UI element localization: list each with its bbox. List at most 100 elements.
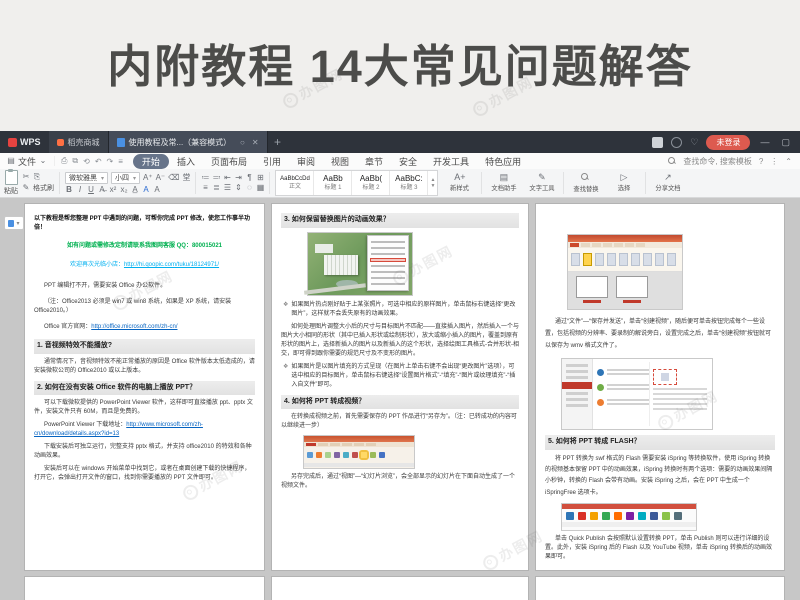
copy-icon[interactable]: ⎘ bbox=[33, 173, 41, 181]
align-left-icon[interactable]: ≡ bbox=[201, 184, 209, 192]
shop-link-url[interactable]: http://hi.qoopic.com/tuku/18124971/ bbox=[124, 262, 219, 268]
wps-logo[interactable]: WPS bbox=[0, 131, 49, 153]
align-right-icon[interactable]: ☰ bbox=[223, 184, 231, 192]
style-heading2[interactable]: AaBb( 标题 2 bbox=[352, 171, 390, 195]
tab-security[interactable]: 安全 bbox=[391, 153, 425, 170]
highlight-color-icon[interactable]: A̲ bbox=[131, 186, 139, 194]
document-page-6[interactable] bbox=[536, 577, 784, 600]
tab-home[interactable]: 开始 bbox=[133, 154, 169, 169]
print-icon[interactable]: ⧉ bbox=[70, 156, 80, 166]
character-shading-icon[interactable]: A bbox=[153, 186, 161, 194]
tab-insert[interactable]: 插入 bbox=[169, 153, 203, 170]
scroll-down-icon[interactable]: ▼ bbox=[430, 183, 435, 189]
line-spacing-icon[interactable]: ⇕ bbox=[234, 184, 242, 192]
file-menu-button[interactable]: ▤ 文件 ⌄ bbox=[0, 155, 54, 168]
style-normal[interactable]: AaBbCcDd 正文 bbox=[276, 171, 314, 195]
new-tab-button[interactable]: + bbox=[268, 131, 288, 153]
maximize-button[interactable]: ▢ bbox=[779, 138, 792, 147]
tab-section[interactable]: 章节 bbox=[357, 153, 391, 170]
avatar[interactable] bbox=[652, 137, 663, 148]
document-page-5[interactable] bbox=[272, 577, 528, 600]
decor-bar bbox=[366, 443, 376, 446]
font-name-select[interactable]: 微软雅黑▾ bbox=[65, 172, 108, 184]
numbered-list-icon[interactable]: ≕ bbox=[212, 174, 220, 182]
collapse-ribbon-icon[interactable]: ⌃ bbox=[785, 157, 792, 166]
tab-document[interactable]: 使用教程及常...（兼容模式） ○ ✕ bbox=[109, 131, 268, 153]
question-heading-4: 4. 如何将 PPT 转成视频？ bbox=[281, 395, 519, 410]
document-page-4[interactable] bbox=[25, 577, 264, 600]
decor-bar bbox=[636, 243, 645, 247]
superscript-icon[interactable]: x² bbox=[109, 186, 117, 194]
account-circle-icon[interactable] bbox=[671, 137, 682, 148]
more-options-icon[interactable]: ⋮ bbox=[770, 157, 778, 166]
style-preview: AaBbCcDd bbox=[280, 176, 310, 182]
decor-bar bbox=[371, 247, 405, 249]
tab-docer-store[interactable]: 稻壳商城 bbox=[49, 131, 109, 153]
style-heading1[interactable]: AaBb 标题 1 bbox=[314, 171, 352, 195]
strikethrough-icon[interactable]: A̶ bbox=[98, 186, 106, 194]
tab-close-icon[interactable]: ✕ bbox=[252, 138, 259, 147]
show-marks-icon[interactable]: ¶ bbox=[245, 174, 253, 182]
format-painter-button[interactable]: ✎ 格式刷 bbox=[22, 183, 54, 193]
style-heading3[interactable]: AaBbC: 标题 3 bbox=[390, 171, 428, 195]
tab-references[interactable]: 引用 bbox=[255, 153, 289, 170]
shrink-font-icon[interactable]: A⁻ bbox=[156, 174, 166, 182]
decrease-indent-icon[interactable]: ⇤ bbox=[223, 174, 231, 182]
chevron-down-icon: ▾ bbox=[133, 175, 136, 182]
borders-icon[interactable]: ⊞ bbox=[256, 174, 264, 182]
decor-bar bbox=[566, 398, 588, 401]
paste-options-floatie[interactable]: ▾ bbox=[4, 216, 24, 230]
italic-button[interactable]: I bbox=[76, 186, 84, 194]
office-site-url[interactable]: http://office.microsoft.com/zh-cn/ bbox=[91, 324, 177, 330]
bullet-list-icon[interactable]: ≔ bbox=[201, 174, 209, 182]
tab-sync-icon[interactable]: ○ bbox=[240, 138, 245, 147]
font-size-select[interactable]: 小四▾ bbox=[111, 172, 140, 184]
sort-icon[interactable]: ▦ bbox=[256, 184, 264, 192]
redo-icon[interactable]: ↷ bbox=[105, 157, 116, 166]
doc-assistant-button[interactable]: ▤ 文档助手 bbox=[487, 173, 520, 193]
underline-button[interactable]: U bbox=[87, 186, 95, 194]
clear-format-icon[interactable]: ⌫ bbox=[168, 174, 179, 182]
paste-button[interactable]: 粘贴 bbox=[4, 170, 18, 196]
font-color-icon[interactable]: A bbox=[142, 186, 150, 194]
find-replace-button[interactable]: 查找替换 bbox=[569, 173, 602, 194]
login-button[interactable]: 未登录 bbox=[706, 135, 750, 150]
decor-bar bbox=[371, 265, 405, 267]
shading-icon[interactable]: ◌ bbox=[245, 184, 253, 192]
styles-scroll-arrows[interactable]: ▲ ▼ bbox=[428, 171, 437, 195]
text-tool-button[interactable]: ✎ 文字工具 bbox=[525, 173, 558, 193]
paragraph: PPT 编辑打不开，需要安装 Office 办公软件。 bbox=[34, 282, 255, 291]
search-command-hint[interactable]: 查找命令, 搜索模板 bbox=[683, 156, 751, 167]
share-doc-button[interactable]: ↗ 分享文档 bbox=[651, 173, 684, 193]
save-icon[interactable]: ⎙ bbox=[59, 156, 69, 166]
tab-special-features[interactable]: 特色应用 bbox=[477, 153, 529, 170]
mock-sidebar bbox=[562, 359, 593, 429]
cut-icon[interactable]: ✂ bbox=[22, 173, 30, 181]
document-page-2[interactable]: 3. 如何保留替换图片的动画效果？ ❖ 如果图片热点刚好贴于上某张照片，可选中相… bbox=[272, 204, 528, 570]
undo-icon[interactable]: ↶ bbox=[93, 157, 104, 166]
minimize-button[interactable]: — bbox=[758, 138, 771, 147]
favorite-heart-icon[interactable]: ♡ bbox=[690, 138, 698, 147]
bold-button[interactable]: B bbox=[65, 186, 73, 194]
grow-font-icon[interactable]: A⁺ bbox=[143, 174, 153, 182]
document-page-3[interactable]: 通过“文件”—“保存并发送”，单击“创建视频”，随后便可单击按钮完成每个一些设置… bbox=[536, 204, 784, 570]
subscript-icon[interactable]: x₂ bbox=[120, 186, 128, 194]
document-page-1[interactable]: 以下教程是帮您整理 PPT 中遇到的问题，可帮你完成 PPT 修改，使您工作事半… bbox=[25, 204, 264, 570]
decor-bar bbox=[343, 452, 349, 458]
align-center-icon[interactable]: ≣ bbox=[212, 184, 220, 192]
help-icon[interactable]: ? bbox=[759, 157, 763, 166]
paragraph-group: ≔ ≕ ⇤ ⇥ ¶ ⊞ ≡ ≣ ☰ ⇕ ◌ ▦ bbox=[201, 174, 264, 192]
paragraph: 将 PPT 转换为 swf 格式的 Flash 需要安装 iSpring 等转换… bbox=[545, 454, 775, 500]
preview-icon[interactable]: ⟲ bbox=[81, 157, 92, 166]
tab-review[interactable]: 审阅 bbox=[289, 153, 323, 170]
question-heading-1: 1. 音视频特效不能播放? bbox=[34, 339, 255, 354]
increase-indent-icon[interactable]: ⇥ bbox=[234, 174, 242, 182]
document-canvas[interactable]: 以下教程是帮您整理 PPT 中遇到的问题，可帮你完成 PPT 修改，使您工作事半… bbox=[0, 198, 800, 600]
new-style-button[interactable]: A+ 新样式 bbox=[443, 173, 476, 193]
phonetic-guide-icon[interactable]: 堂 bbox=[182, 174, 190, 182]
tab-page-layout[interactable]: 页面布局 bbox=[203, 153, 255, 170]
tab-view[interactable]: 视图 bbox=[323, 153, 357, 170]
customize-quickbar-icon[interactable]: ≡ bbox=[116, 157, 125, 166]
select-button[interactable]: ▷ 选择 bbox=[607, 173, 640, 193]
tab-dev-tools[interactable]: 开发工具 bbox=[425, 153, 477, 170]
